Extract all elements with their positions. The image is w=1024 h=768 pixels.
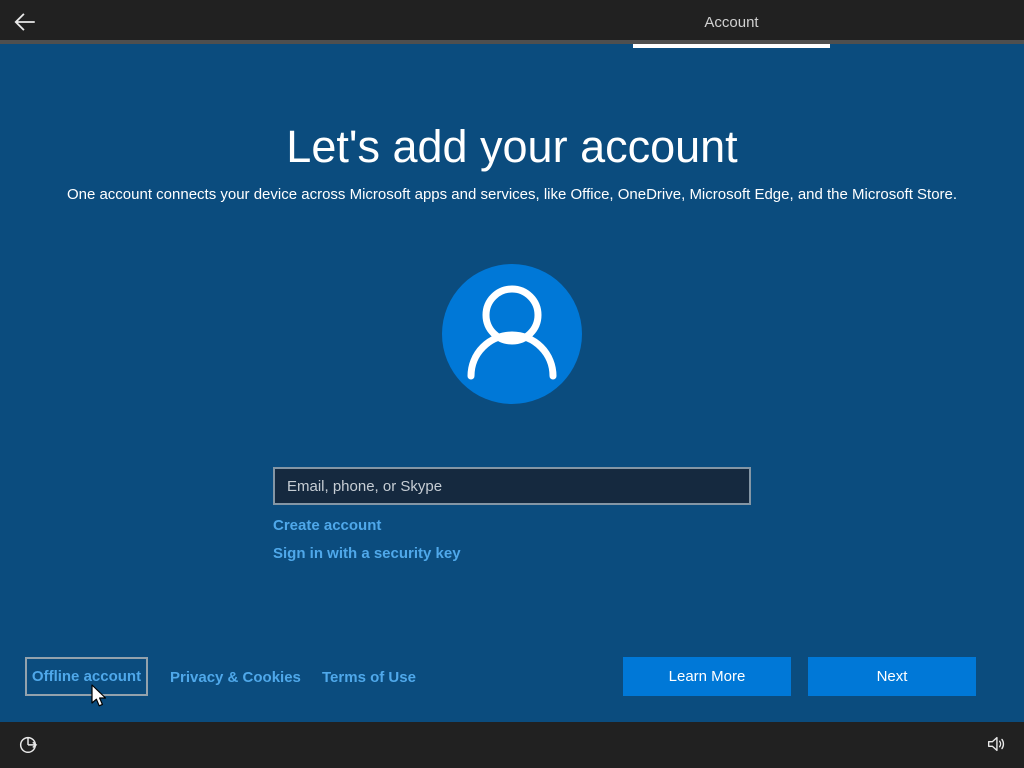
next-label: Next [877, 668, 908, 685]
learn-more-label: Learn More [669, 668, 746, 685]
avatar [442, 264, 582, 404]
tab-account[interactable]: Account [633, 0, 830, 44]
security-key-link[interactable]: Sign in with a security key [273, 545, 461, 562]
account-id-input[interactable] [273, 467, 751, 505]
active-tab-underline [633, 44, 830, 48]
bottom-bar [0, 722, 1024, 768]
volume-button[interactable] [980, 729, 1012, 761]
terms-of-use-link[interactable]: Terms of Use [322, 669, 416, 686]
back-arrow-icon [12, 9, 38, 38]
page-subtitle: One account connects your device across … [0, 186, 1024, 203]
ease-of-access-icon [17, 733, 39, 758]
page-title: Let's add your account [0, 121, 1024, 173]
volume-icon [985, 733, 1007, 758]
learn-more-button[interactable]: Learn More [623, 657, 791, 696]
ease-of-access-button[interactable] [12, 729, 44, 761]
oobe-account-screen: { "colors": { "background": "#0b4c7e", "… [0, 0, 1024, 768]
tab-account-label: Account [704, 14, 758, 31]
offline-account-label: Offline account [32, 668, 141, 685]
next-button[interactable]: Next [808, 657, 976, 696]
privacy-cookies-link[interactable]: Privacy & Cookies [170, 669, 301, 686]
offline-account-button[interactable]: Offline account [25, 657, 148, 696]
user-avatar-icon [442, 262, 582, 407]
back-button[interactable] [10, 9, 40, 37]
create-account-link[interactable]: Create account [273, 517, 381, 534]
top-bar: Account [0, 0, 1024, 44]
